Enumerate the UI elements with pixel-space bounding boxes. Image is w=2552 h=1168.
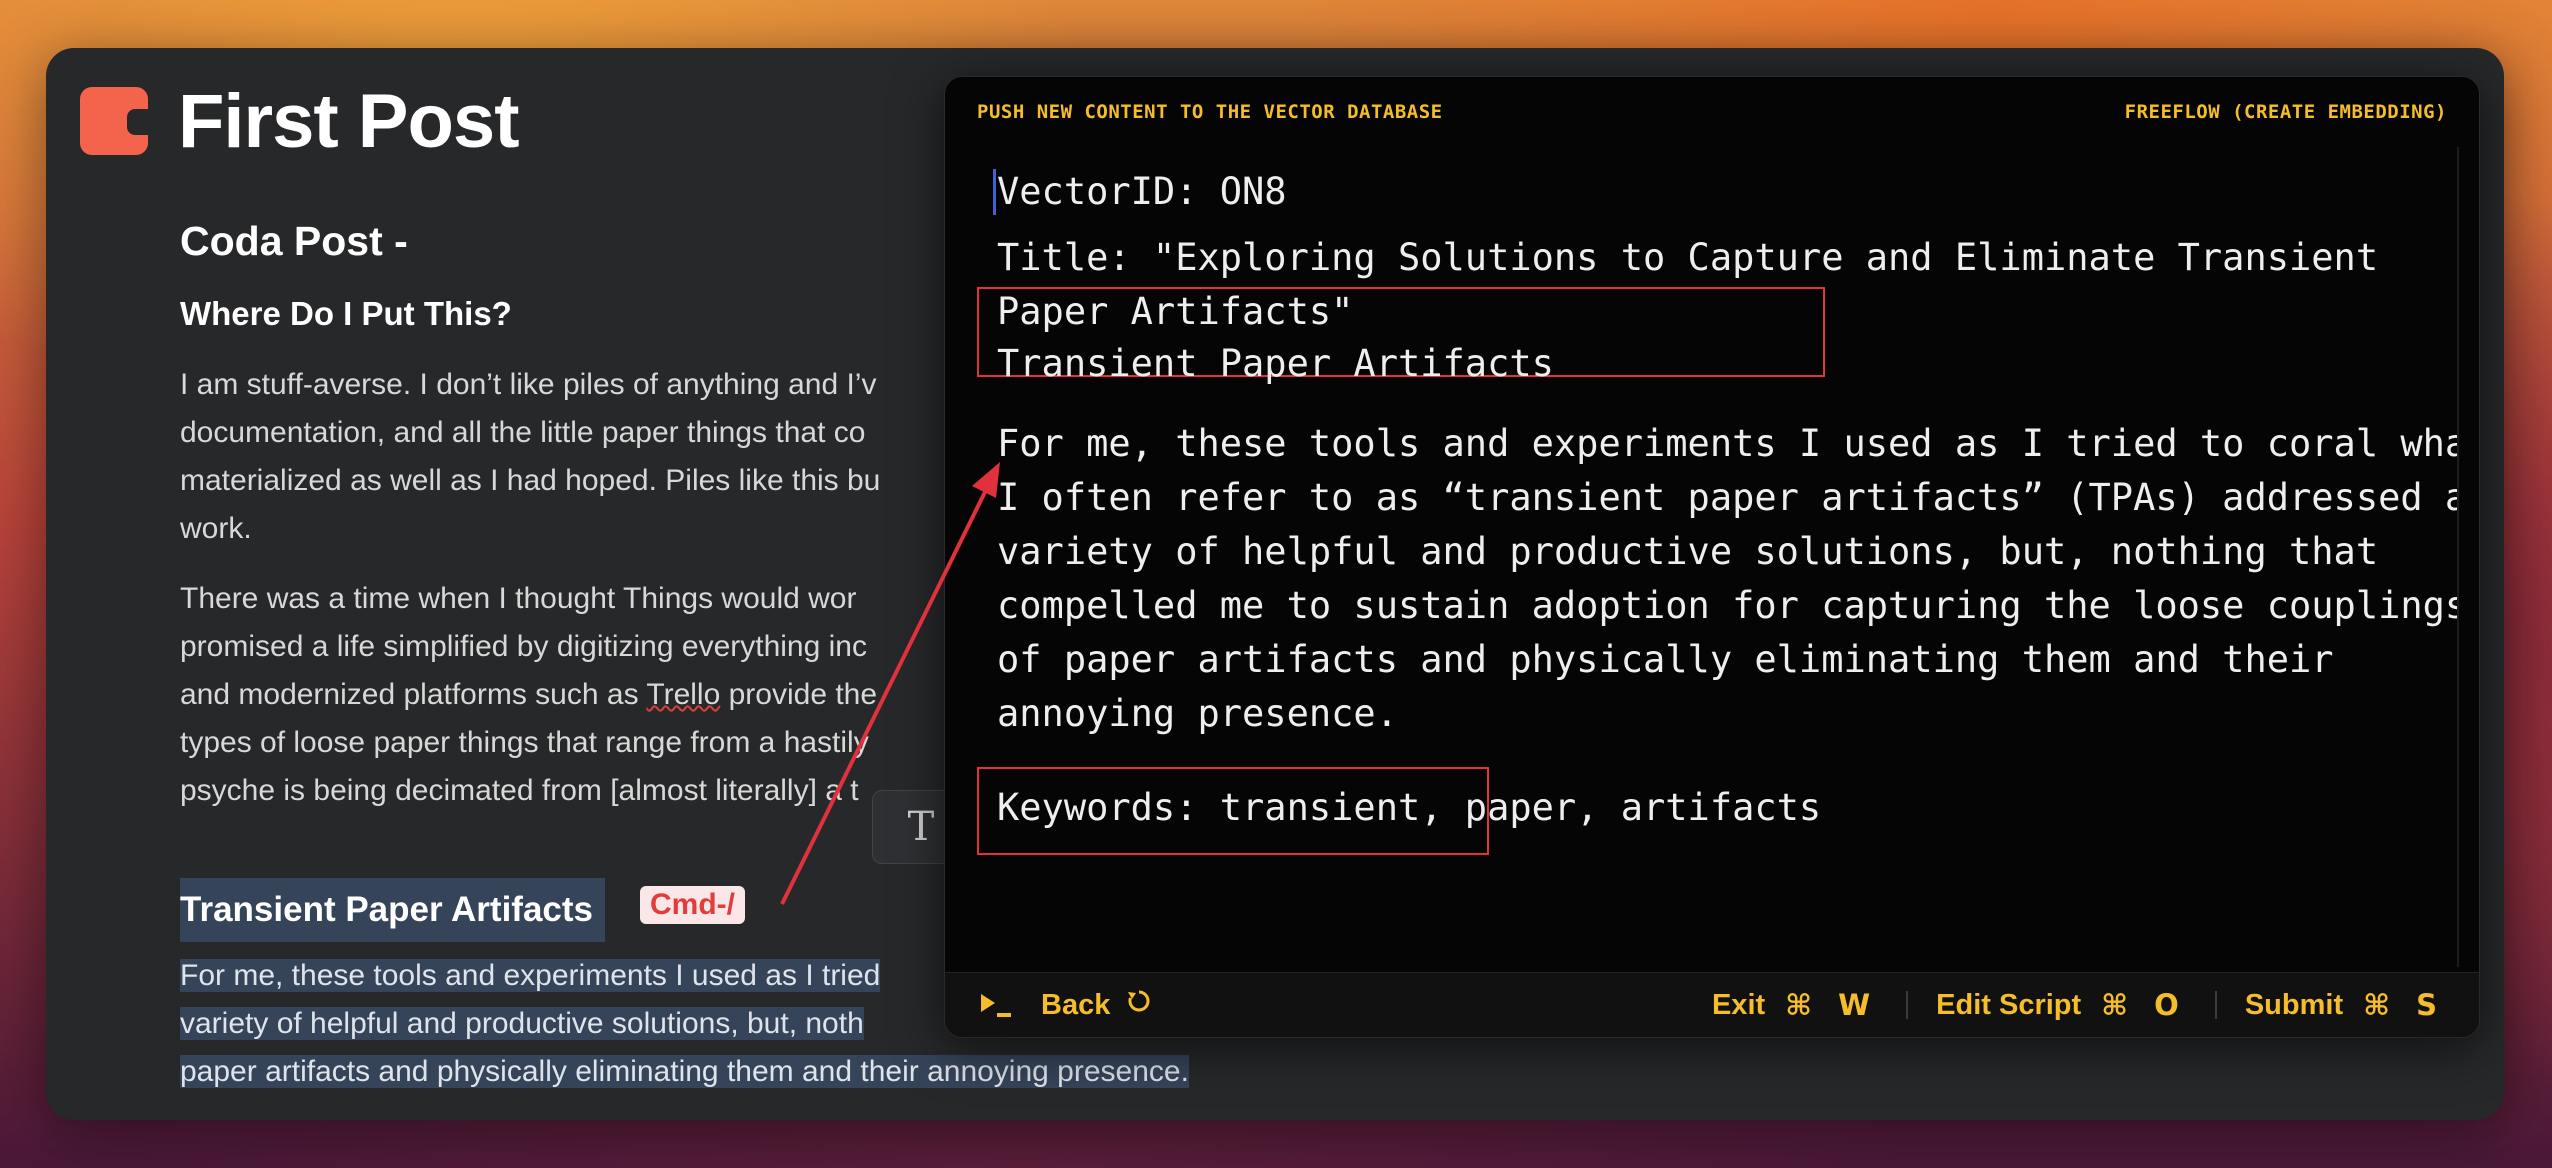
- section-heading[interactable]: Transient Paper Artifacts: [180, 878, 606, 942]
- editor-scrollbar[interactable]: [2457, 147, 2459, 967]
- editor-line-body: I often refer to as “transient paper art…: [997, 476, 2459, 519]
- terminal-prompt-icon: [979, 992, 1013, 1018]
- editor-line-body: annoying presence.: [997, 692, 1398, 735]
- coda-logo-icon[interactable]: [80, 87, 149, 155]
- submit-button[interactable]: Submit ⌘ S: [2245, 988, 2445, 1022]
- exit-button[interactable]: Exit ⌘ W: [1712, 988, 1878, 1022]
- page-title: First Post: [178, 78, 519, 164]
- editor-line-body: variety of helpful and productive soluti…: [997, 530, 2379, 573]
- paragraph-text: and modernized platforms such as: [180, 678, 647, 711]
- vector-db-panel: PUSH NEW CONTENT TO THE VECTOR DATABASE …: [944, 76, 2480, 1038]
- edit-script-label: Edit Script: [1936, 988, 2082, 1021]
- submit-label: Submit: [2244, 988, 2344, 1021]
- footer-divider: [1906, 991, 1909, 1019]
- editor-line-title: Title: "Exploring Solutions to Capture a…: [997, 236, 2379, 279]
- panel-footer: Back Exit ⌘ W Edit Script ⌘ O Submit ⌘ S: [945, 972, 2479, 1037]
- selected-text: For me, these tools and experiments I us…: [180, 959, 881, 992]
- editor-line-title-cont: Paper Artifacts": [997, 290, 1354, 333]
- edit-script-button[interactable]: Edit Script ⌘ O: [1936, 988, 2187, 1022]
- editor-line-body: compelled me to sustain adoption for cap…: [997, 584, 2459, 627]
- footer-divider: [2214, 991, 2217, 1019]
- selected-text: variety of helpful and productive soluti…: [180, 1007, 864, 1040]
- back-label: Back: [1041, 988, 1111, 1021]
- editor-line-keywords: Keywords: transient, paper, artifacts: [997, 786, 1822, 829]
- exit-label: Exit: [1711, 988, 1766, 1021]
- selected-line: paper artifacts and physically eliminati…: [180, 1048, 1360, 1096]
- selected-text: paper artifacts and physically eliminati…: [180, 1055, 1189, 1088]
- section-heading-text: Transient Paper Artifacts: [180, 890, 594, 929]
- text-cursor: [993, 169, 996, 215]
- panel-header-title: PUSH NEW CONTENT TO THE VECTOR DATABASE: [977, 101, 1443, 123]
- paragraph-text: provide the: [720, 678, 878, 711]
- doc-header: First Post: [80, 66, 519, 176]
- selected-text-part: their annoying presence.: [860, 1055, 1189, 1088]
- editor-line-body: of paper artifacts and physically elimin…: [997, 638, 2334, 681]
- back-button[interactable]: Back: [1041, 988, 1152, 1022]
- exit-shortcut: ⌘ W: [1785, 988, 1879, 1022]
- selected-text-part: paper artifacts and physically eliminati…: [180, 1055, 861, 1088]
- submit-shortcut: ⌘ S: [2363, 988, 2445, 1022]
- editor-line-heading: Transient Paper Artifacts: [997, 342, 1554, 385]
- shortcut-badge: Cmd-/: [640, 886, 745, 924]
- script-editor[interactable]: VectorID: ON8 Title: "Exploring Solution…: [945, 141, 2459, 971]
- editor-line-body: For me, these tools and experiments I us…: [997, 422, 2459, 465]
- panel-header: PUSH NEW CONTENT TO THE VECTOR DATABASE …: [977, 101, 2447, 123]
- editor-line-vectorid: VectorID: ON8: [997, 170, 1287, 213]
- edit-script-shortcut: ⌘ O: [2101, 988, 2187, 1022]
- refresh-icon: [1126, 988, 1152, 1022]
- panel-header-mode: FREEFLOW (CREATE EMBEDDING): [2124, 101, 2447, 123]
- trello-link[interactable]: Trello: [646, 678, 720, 711]
